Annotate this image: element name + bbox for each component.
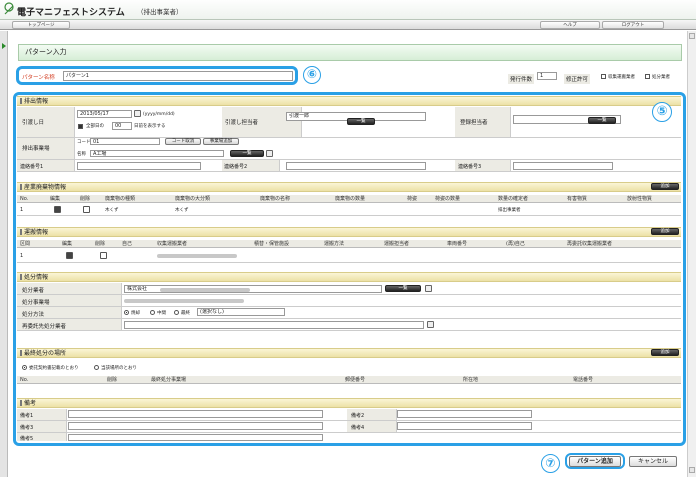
app-title: 電子マニフェストシステム (17, 8, 125, 18)
carrier-checkbox[interactable] (601, 74, 606, 79)
left-collapse-bar[interactable] (0, 31, 8, 477)
scrollbar[interactable] (687, 31, 696, 477)
callout-number-5: ⑤ (652, 102, 672, 122)
expand-arrow-icon[interactable] (1, 43, 7, 49)
logo-icon (4, 2, 14, 15)
scroll-up-button[interactable] (689, 33, 695, 39)
scroll-down-button[interactable] (689, 467, 695, 473)
callout-box-6 (16, 66, 298, 85)
callout-number-6: ⑥ (303, 66, 321, 84)
logout-button[interactable]: ログアウト (602, 21, 664, 29)
disposer-checkbox[interactable] (645, 74, 650, 79)
correction-permit-label: 修正許可 (564, 74, 591, 84)
nav-bar: トップページ ヘルプ ログアウト (0, 20, 696, 30)
issue-count-input[interactable]: 1 (537, 72, 557, 80)
callout-box-5 (13, 92, 686, 446)
issue-count-label: 発行件数 (508, 74, 535, 84)
app-titlebar: 電子マニフェストシステム （排出事業者） (0, 0, 696, 20)
app-subtitle: （排出事業者） (137, 8, 183, 16)
add-pattern-button[interactable]: パターン追加 (569, 456, 621, 467)
top-page-button[interactable]: トップページ (12, 21, 70, 29)
page-title: パターン入力 (18, 44, 682, 61)
help-button[interactable]: ヘルプ (540, 21, 600, 29)
carrier-checkbox-label: 収集運搬業者 (608, 75, 635, 80)
callout-number-7: ⑦ (541, 454, 560, 473)
cancel-button[interactable]: キャンセル (629, 456, 677, 467)
disposer-checkbox-label: 処分業者 (652, 75, 670, 80)
